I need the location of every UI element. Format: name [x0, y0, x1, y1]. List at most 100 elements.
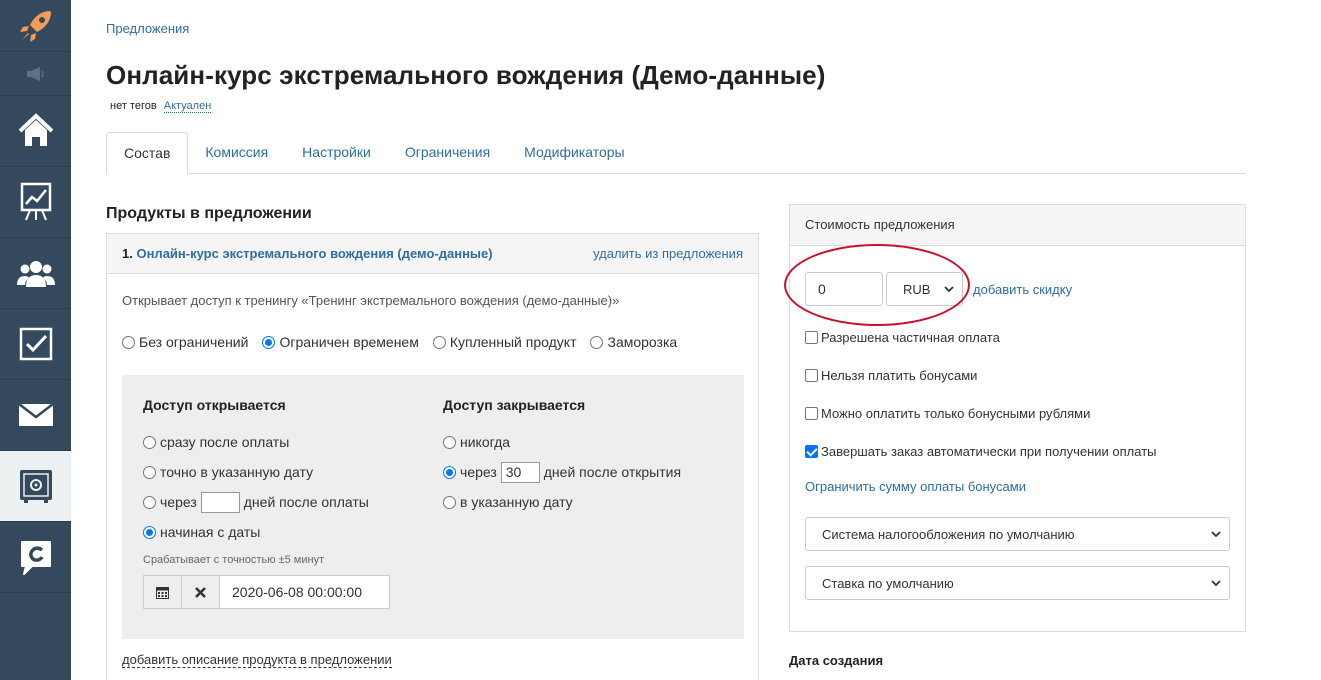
radio-time-limited[interactable]: Ограничен временем: [262, 334, 419, 350]
radio-circle[interactable]: [590, 335, 604, 349]
select-value: Ставка по умолчанию: [822, 575, 954, 591]
currency-value: RUB: [903, 281, 931, 297]
option-label: через: [460, 464, 497, 480]
tabs: Состав Комиссия Настройки Ограничения Мо…: [106, 132, 1246, 175]
access-settings-box: Доступ открывается сразу после оплаты то…: [122, 375, 744, 639]
open-after-days-option[interactable]: через дней после оплаты: [143, 487, 369, 517]
checkbox-icon: [19, 327, 52, 361]
price-input[interactable]: 0: [805, 272, 883, 306]
megaphone-icon[interactable]: [0, 52, 71, 96]
product-name-link[interactable]: Онлайн-курс экстремального вождения (дем…: [136, 246, 492, 261]
sidebar-item-home[interactable]: [0, 96, 71, 167]
tags-row: нет тегов Актуален: [110, 100, 212, 113]
radio-circle[interactable]: [143, 435, 156, 449]
sidebar-item-tasks[interactable]: [0, 309, 71, 380]
access-open-column: Доступ открывается сразу после оплаты то…: [143, 397, 369, 547]
radio-label: Купленный продукт: [449, 334, 577, 350]
tab-restrictions[interactable]: Ограничения: [388, 132, 507, 174]
no-bonus-checkbox[interactable]: Нельзя платить бонусами: [805, 368, 977, 383]
open-days-input[interactable]: [200, 491, 240, 513]
option-suffix: дней после открытия: [543, 464, 682, 480]
sidebar-item-stats[interactable]: [0, 167, 71, 238]
select-value: Система налогообложения по умолчанию: [822, 526, 1075, 542]
tax-system-select[interactable]: Система налогообложения по умолчанию: [805, 517, 1230, 551]
product-header: 1. Онлайн-курс экстремального вождения (…: [107, 234, 758, 274]
sidebar-item-mail[interactable]: [0, 380, 71, 451]
option-suffix: дней после оплаты: [243, 494, 369, 510]
limit-type-radios: Без ограничений Ограничен временем Купле…: [122, 334, 691, 350]
access-close-title: Доступ закрывается: [443, 397, 586, 413]
open-immediately-option[interactable]: сразу после оплаты: [143, 427, 369, 457]
sidebar: [0, 0, 71, 680]
open-from-date-option[interactable]: начиная с даты: [143, 517, 369, 547]
tax-rate-select[interactable]: Ставка по умолчанию: [805, 566, 1230, 600]
tab-modifiers[interactable]: Модификаторы: [507, 132, 641, 174]
page-title: Онлайн-курс экстремального вождения (Дем…: [106, 60, 826, 90]
add-description-link[interactable]: добавить описание продукта в предложении: [122, 652, 392, 668]
currency-select[interactable]: RUB: [886, 272, 963, 306]
safe-icon: [19, 470, 52, 503]
radio-label: Ограничен временем: [279, 334, 419, 350]
open-exact-date-option[interactable]: точно в указанную дату: [143, 457, 369, 487]
radio-circle[interactable]: [122, 335, 135, 349]
radio-label: Без ограничений: [139, 334, 249, 350]
limit-bonus-link[interactable]: Ограничить сумму оплаты бонусами: [805, 479, 1026, 494]
checkbox-label: Разрешена частичная оплата: [821, 330, 1000, 345]
date-input[interactable]: 2020-06-08 00:00:00: [219, 575, 390, 609]
home-icon: [18, 113, 53, 146]
remove-product-link[interactable]: удалить из предложения: [593, 246, 743, 261]
add-discount-link[interactable]: добавить скидку: [973, 282, 1072, 297]
bonus-only-checkbox[interactable]: Можно оплатить только бонусными рублями: [805, 406, 1090, 421]
price-row: 0 RUB добавить скидку: [805, 272, 1072, 306]
radio-circle[interactable]: [143, 465, 156, 479]
sidebar-item-users[interactable]: [0, 238, 71, 309]
tab-commission[interactable]: Комиссия: [188, 132, 285, 174]
option-label: начиная с даты: [160, 524, 261, 540]
checkbox[interactable]: [805, 331, 818, 344]
auto-complete-checkbox[interactable]: Завершать заказ автоматически при получе…: [805, 444, 1157, 459]
sidebar-item-sales[interactable]: [0, 451, 71, 522]
breadcrumb[interactable]: Предложения: [106, 21, 189, 36]
chart-icon: [20, 182, 51, 221]
users-icon: [16, 261, 55, 287]
access-open-title: Доступ открывается: [143, 397, 286, 413]
checkbox[interactable]: [805, 407, 818, 420]
chat-icon: [20, 541, 51, 575]
option-label: точно в указанную дату: [160, 464, 314, 480]
chevron-down-icon: [1211, 530, 1221, 537]
radio-circle[interactable]: [443, 435, 456, 449]
access-close-column: Доступ закрывается никогда через 30 дней п…: [443, 397, 681, 517]
checkbox[interactable]: [805, 369, 818, 382]
product-description: Открывает доступ к тренингу «Тренинг экс…: [122, 293, 620, 308]
radio-circle-checked[interactable]: [262, 335, 276, 349]
radio-circle[interactable]: [443, 495, 456, 509]
option-label: сразу после оплаты: [160, 434, 290, 450]
tab-composition[interactable]: Состав: [106, 132, 189, 175]
checkbox-checked[interactable]: [805, 445, 818, 458]
close-days-input[interactable]: 30: [500, 461, 540, 483]
precision-note: Срабатывает с точностью ±5 минут: [143, 554, 325, 566]
clear-date-button[interactable]: [181, 575, 220, 609]
partial-payment-checkbox[interactable]: Разрешена частичная оплата: [805, 330, 1000, 345]
mail-icon: [17, 403, 54, 426]
status-badge[interactable]: Актуален: [163, 100, 212, 113]
close-after-days-option[interactable]: через 30 дней после открытия: [443, 457, 681, 487]
rocket-logo-icon[interactable]: [0, 0, 71, 52]
product-panel: 1. Онлайн-курс экстремального вождения (…: [106, 233, 759, 680]
sidebar-item-chat[interactable]: [0, 522, 71, 593]
products-section-title: Продукты в предложении: [106, 205, 312, 222]
close-never-option[interactable]: никогда: [443, 427, 681, 457]
chevron-down-icon: [1211, 579, 1221, 586]
product-number: 1.: [122, 246, 133, 261]
radio-purchased-product[interactable]: Купленный продукт: [432, 334, 577, 350]
tab-settings[interactable]: Настройки: [285, 132, 388, 174]
radio-no-limit[interactable]: Без ограничений: [122, 334, 248, 350]
radio-circle[interactable]: [143, 495, 156, 509]
close-on-date-option[interactable]: в указанную дату: [443, 487, 681, 517]
calendar-button[interactable]: [143, 575, 182, 609]
date-created-label: Дата создания: [789, 653, 884, 668]
radio-circle-checked[interactable]: [143, 525, 156, 539]
radio-circle-checked[interactable]: [443, 465, 456, 479]
radio-freeze[interactable]: Заморозка: [590, 334, 677, 350]
radio-circle[interactable]: [432, 335, 446, 349]
